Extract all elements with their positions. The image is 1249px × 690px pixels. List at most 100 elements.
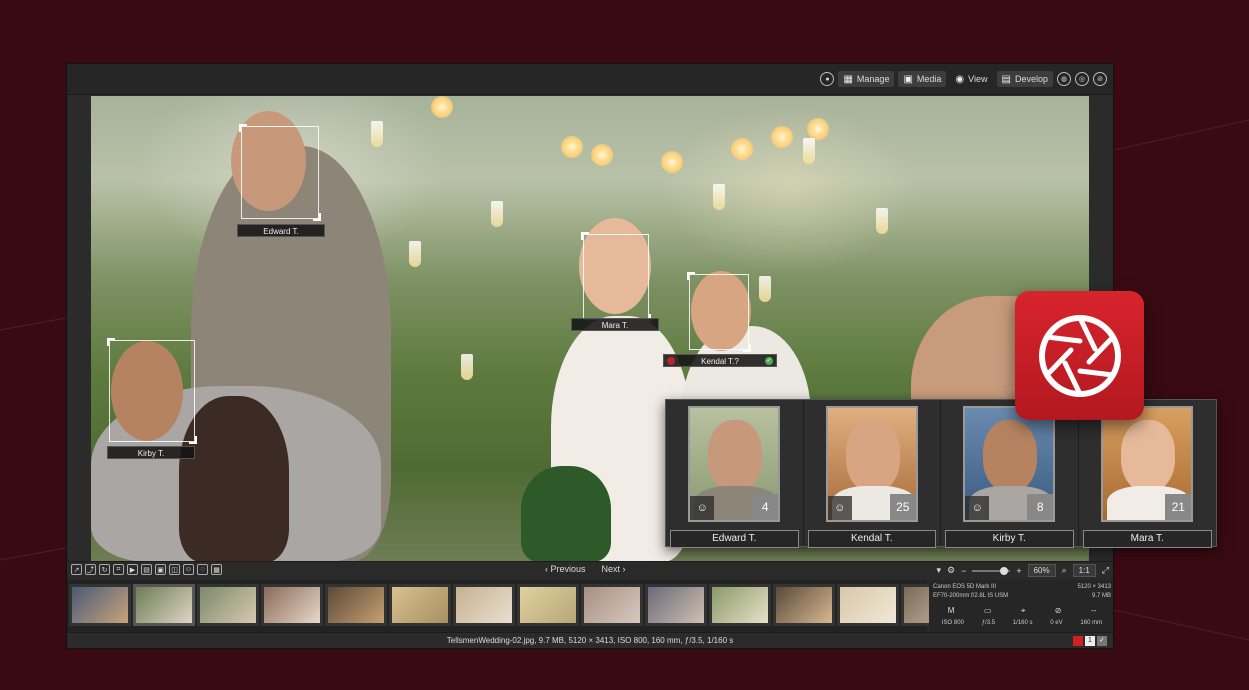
rating-badge[interactable]: 1: [1085, 636, 1095, 646]
share-icon[interactable]: ⤴: [85, 564, 96, 575]
mode-switcher: ● ▦ Manage ▣ Media ◉ View ▤ Develop ◍ ◎ …: [820, 71, 1107, 87]
person-name[interactable]: Kendal T.: [807, 530, 936, 548]
filmstrip-thumb[interactable]: [517, 584, 579, 626]
color-label-red[interactable]: [1073, 636, 1083, 646]
person-photo: ☺ 4: [688, 406, 781, 522]
aperture-value: ƒ/3.5: [981, 620, 996, 626]
face-box-mara[interactable]: [581, 232, 651, 322]
fullscreen-icon[interactable]: ⤢: [1102, 565, 1109, 576]
person-card-edward[interactable]: ☺ 4 Edward T.: [666, 400, 804, 548]
zoom-slider[interactable]: [972, 566, 1011, 575]
check-icon[interactable]: ✓: [1097, 636, 1107, 646]
person-card-mara[interactable]: 21 Mara T.: [1079, 400, 1217, 548]
person-photo: ☺ 8: [963, 406, 1056, 522]
person-photo: 21: [1101, 406, 1194, 522]
face-box-kendal[interactable]: [687, 272, 751, 352]
face-icon[interactable]: ☺: [183, 564, 194, 575]
filmstrip-thumb[interactable]: [773, 584, 835, 626]
person-name[interactable]: Kirby T.: [945, 530, 1074, 548]
face-tag-mara[interactable]: Mara T.: [571, 318, 659, 331]
image-icon[interactable]: ▣: [155, 564, 166, 575]
viewer-toolbar: ↗ ⤴ ↻ ⌗ ▶ ▤ ▣ ◫ ☺ ◌ ▦ ‹ Previous Next › …: [67, 561, 1113, 580]
globe-icon[interactable]: ◍: [1057, 72, 1071, 86]
filmstrip-thumb[interactable]: [197, 584, 259, 626]
crop-icon[interactable]: ⌗: [113, 564, 124, 575]
slider-knob[interactable]: [1000, 566, 1009, 575]
champagne-glass: [461, 354, 473, 380]
loupe-icon[interactable]: ◌: [197, 564, 208, 575]
app-logo: [1015, 291, 1144, 420]
slideshow-icon[interactable]: ▶: [127, 564, 138, 575]
gear-icon[interactable]: ⚙: [947, 565, 955, 576]
filmstrip-thumb[interactable]: [645, 584, 707, 626]
user-icon[interactable]: ●: [820, 72, 835, 86]
string-light: [661, 151, 683, 173]
exif-panel: Canon EOS 5D Mark III 5120 × 3413 EF70-20…: [929, 580, 1113, 632]
focal-value: 160 mm: [1080, 620, 1103, 626]
settings-icon[interactable]: ◎: [1075, 72, 1089, 86]
filmstrip-thumb[interactable]: [453, 584, 515, 626]
person-name[interactable]: Edward T.: [670, 530, 799, 548]
hide-icon[interactable]: ⊘: [1093, 72, 1107, 86]
file-size: 9.7 MB: [1091, 593, 1111, 599]
filmstrip-thumb-selected[interactable]: [133, 584, 195, 626]
mode-manage[interactable]: ▦ Manage: [838, 71, 895, 87]
string-light: [431, 96, 453, 118]
filmstrip-thumb[interactable]: [709, 584, 771, 626]
filmstrip-thumb[interactable]: [325, 584, 387, 626]
champagne-glass: [713, 184, 725, 210]
zoom-in-icon[interactable]: +: [1016, 566, 1021, 576]
filmstrip-thumb[interactable]: [581, 584, 643, 626]
rotate-icon[interactable]: ↻: [99, 564, 110, 575]
status-flags: 1 ✓: [1073, 636, 1107, 646]
string-light: [731, 138, 753, 160]
face-tag-edward[interactable]: Edward T.: [237, 224, 325, 237]
magnifier-icon[interactable]: ⌕: [1062, 565, 1067, 576]
champagne-bottle: [521, 466, 611, 562]
face-box-kirby[interactable]: [107, 338, 197, 444]
grid-icon: ▦: [843, 73, 853, 85]
filmstrip-thumb[interactable]: [837, 584, 899, 626]
confirm-icon[interactable]: ✓: [765, 357, 773, 365]
lens-model: EF70-200mm f/2.8L IS USM: [933, 593, 1009, 599]
mode-label: Develop: [1014, 74, 1048, 84]
face-id-icon: ☺: [690, 496, 715, 520]
exposure-mode: M: [947, 606, 955, 615]
next-button[interactable]: Next ›: [602, 564, 626, 574]
gallery-icon[interactable]: ▦: [211, 564, 222, 575]
zoom-out-icon[interactable]: −: [961, 566, 966, 576]
eye-icon: ◉: [955, 73, 965, 85]
mode-media[interactable]: ▣ Media: [898, 71, 947, 87]
filmstrip-thumb[interactable]: [69, 584, 131, 626]
export-icon[interactable]: ↗: [71, 564, 82, 575]
face-tag-kirby[interactable]: Kirby T.: [107, 446, 195, 459]
mode-develop[interactable]: ▤ Develop: [996, 71, 1053, 87]
face-id-icon: ☺: [827, 496, 852, 520]
reject-icon[interactable]: [667, 357, 675, 365]
champagne-glass: [491, 201, 503, 227]
person-photo: ☺ 25: [825, 406, 918, 522]
actual-size-button[interactable]: 1:1: [1072, 564, 1096, 577]
mode-label: Manage: [856, 74, 890, 84]
filmstrip-thumb[interactable]: [389, 584, 451, 626]
previous-button[interactable]: ‹ Previous: [545, 564, 586, 574]
person-name[interactable]: Mara T.: [1082, 530, 1212, 548]
dropdown-icon[interactable]: ▾: [936, 565, 941, 576]
filmstrip-thumb[interactable]: [261, 584, 323, 626]
media-icon: ▣: [903, 73, 913, 85]
app-window: ● ▦ Manage ▣ Media ◉ View ▤ Develop ◍ ◎ …: [66, 63, 1114, 649]
champagne-glass: [371, 121, 383, 147]
compare-icon[interactable]: ◫: [169, 564, 180, 575]
mode-view[interactable]: ◉ View: [950, 71, 992, 87]
person-card-kendal[interactable]: ☺ 25 Kendal T.: [804, 400, 941, 548]
face-tag-kendal[interactable]: Kendal T.? ✓: [663, 354, 777, 367]
flash-icon: ⊘: [1054, 606, 1062, 615]
save-icon[interactable]: ▤: [141, 564, 152, 575]
zoom-select[interactable]: 60%: [1027, 564, 1056, 577]
string-light: [561, 136, 583, 158]
face-box-edward[interactable]: [239, 124, 321, 221]
photo-count: 4: [752, 494, 779, 520]
photo-count: 8: [1027, 494, 1054, 520]
face-id-icon: ☺: [965, 496, 990, 520]
person-card-kirby[interactable]: ☺ 8 Kirby T.: [941, 400, 1079, 548]
